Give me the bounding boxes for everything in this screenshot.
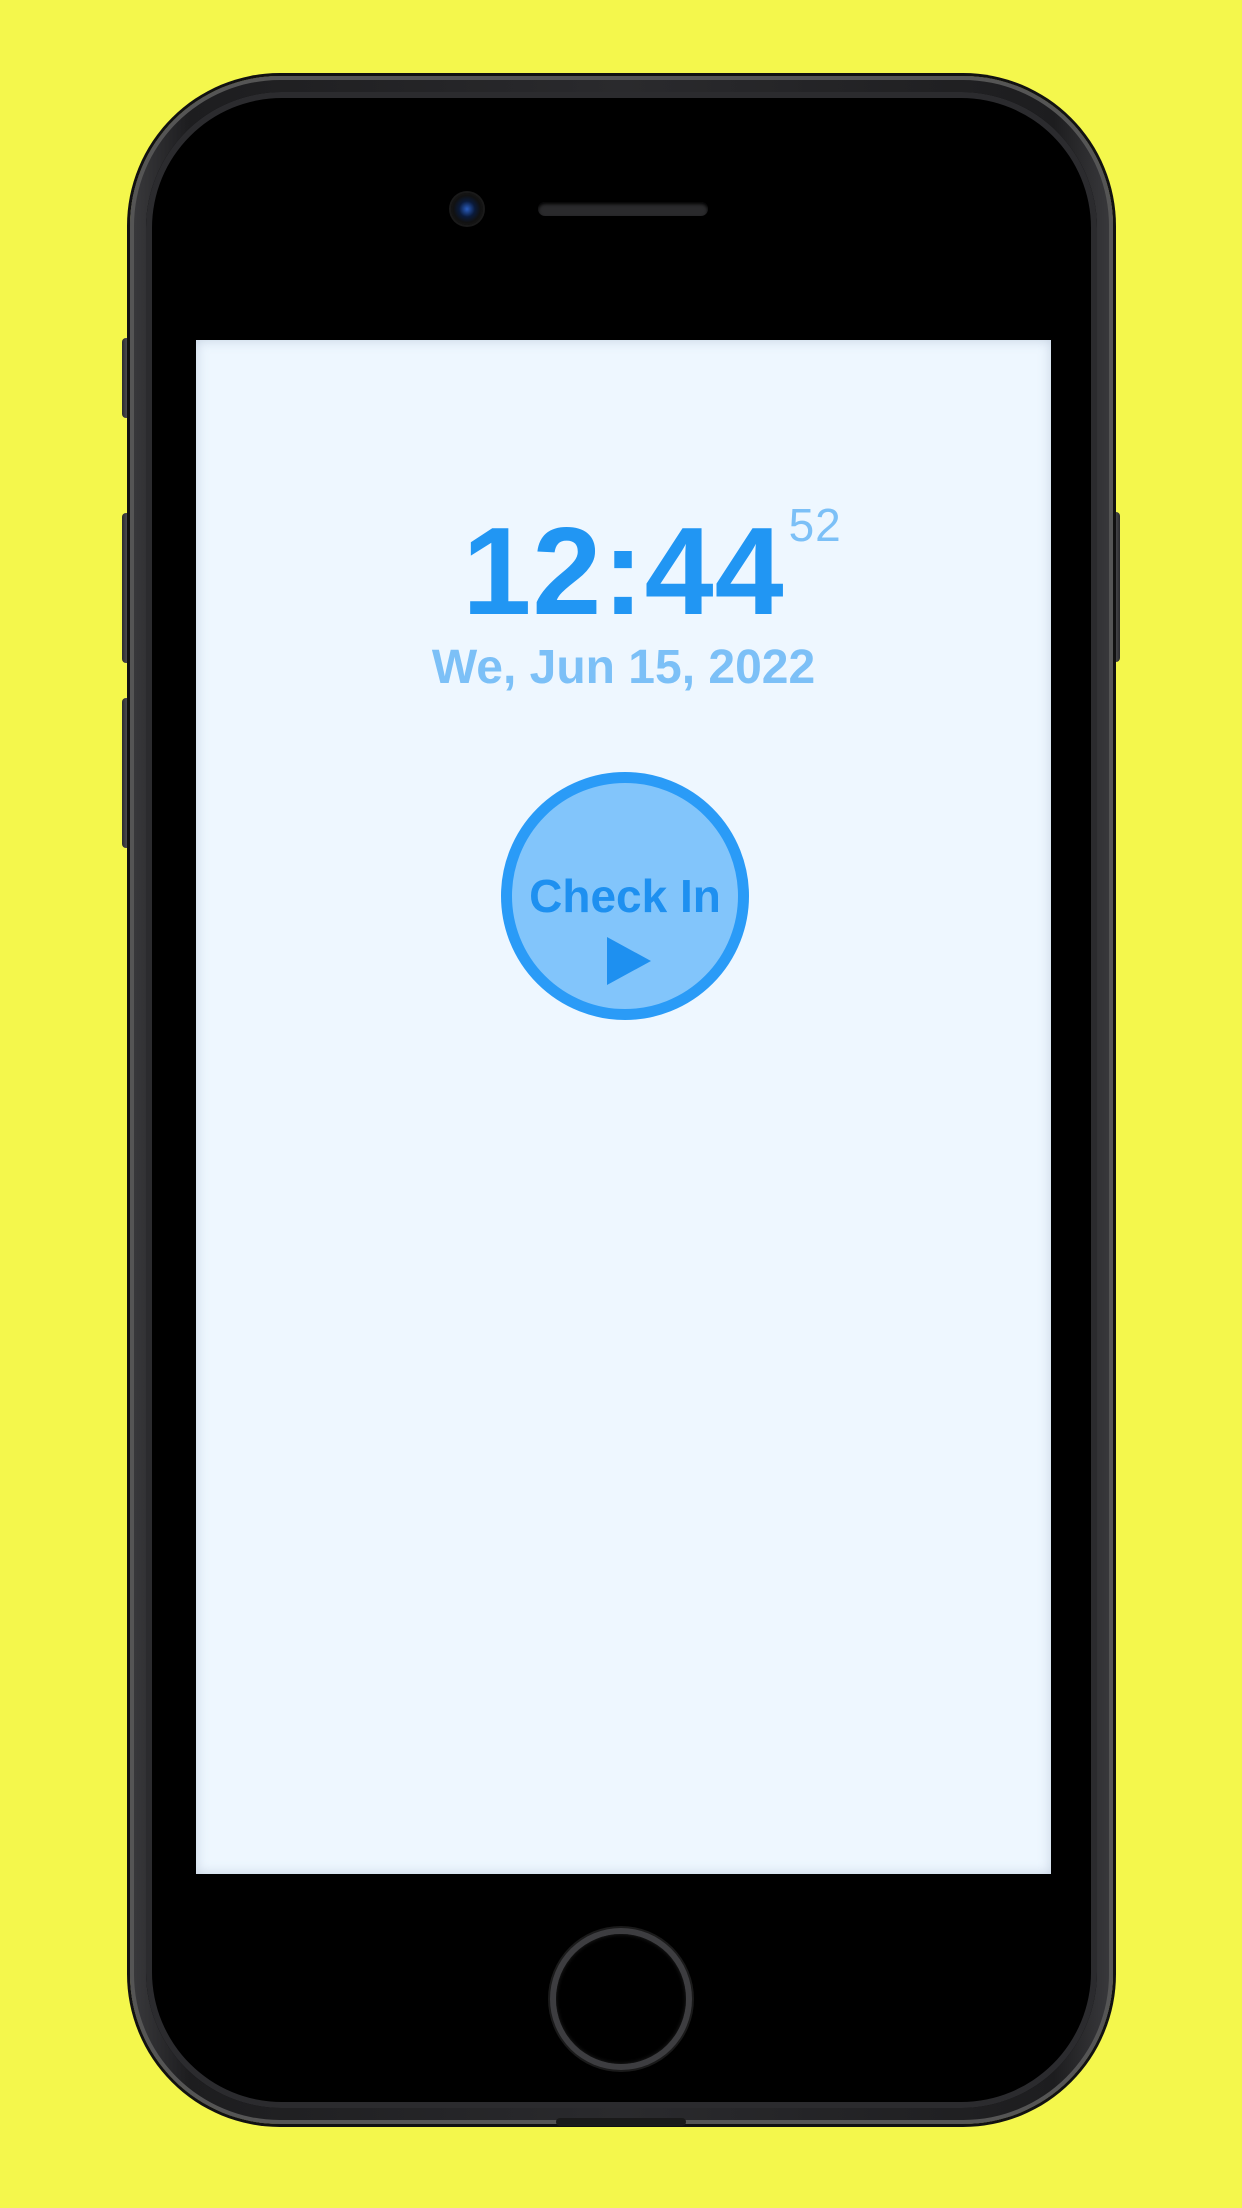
- check-in-label: Check In: [529, 870, 721, 922]
- front-camera-icon: [451, 193, 483, 225]
- date-display: We, Jun 15, 2022: [431, 641, 816, 694]
- home-button[interactable]: [556, 1934, 686, 2064]
- bottom-edge: [556, 2118, 686, 2126]
- time-seconds: 52: [788, 499, 842, 551]
- app-screen: 12:44 52 We, Jun 15, 2022 Check In: [196, 340, 1051, 1874]
- stage: 12:44 52 We, Jun 15, 2022 Check In: [0, 0, 1242, 2208]
- earpiece-speaker: [538, 202, 708, 216]
- time-display: 12:44 52: [462, 502, 840, 634]
- check-in-button[interactable]: Check In: [501, 772, 749, 1020]
- time-hours-minutes: 12:44: [462, 503, 785, 641]
- clock: 12:44 52: [196, 502, 1051, 634]
- play-icon: [607, 937, 651, 985]
